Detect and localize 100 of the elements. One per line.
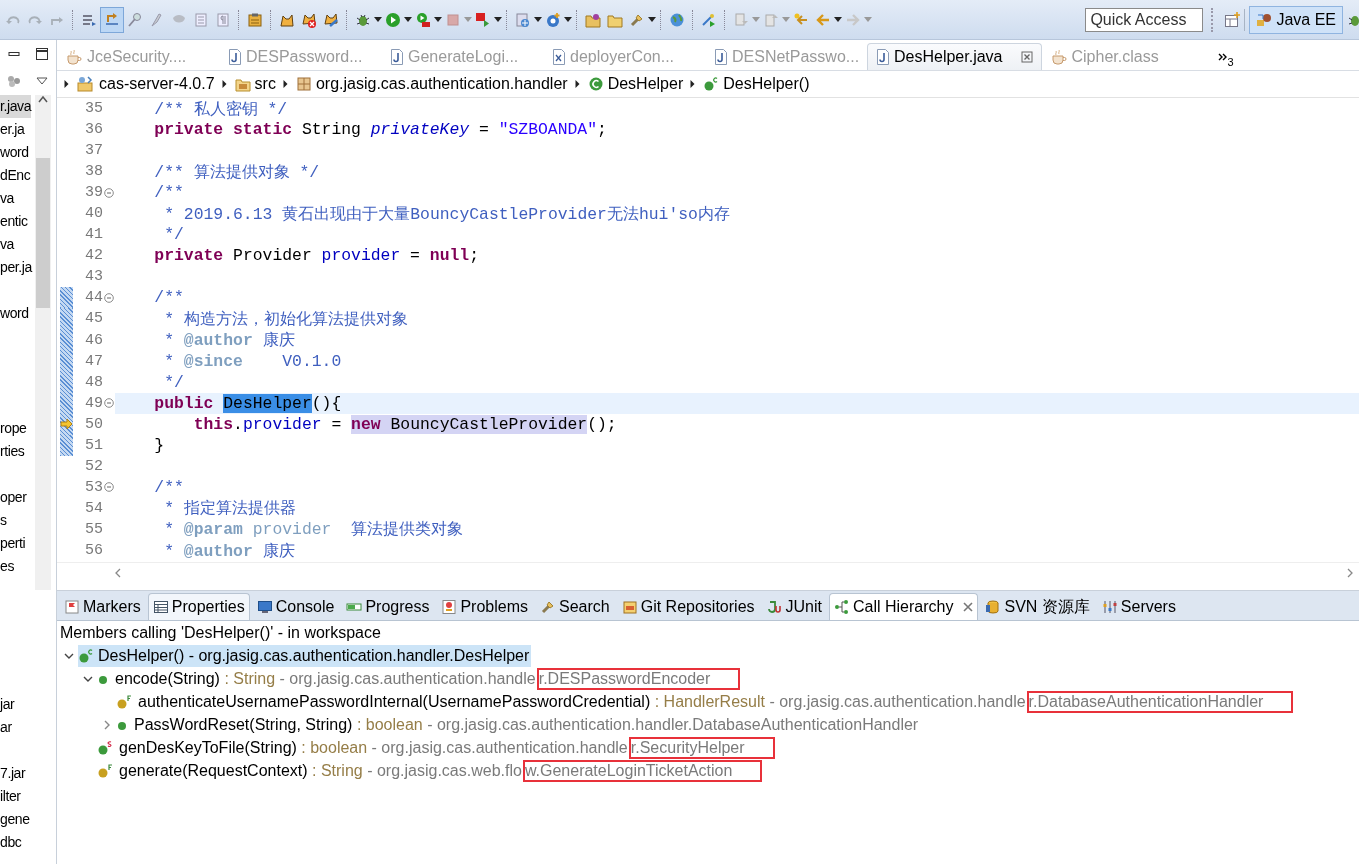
breadcrumb-item[interactable]: DesHelper() — [703, 75, 810, 93]
tree-item[interactable]: authenticateUsernamePasswordInternal(UsernamePasswordCredential) : HandlerResult - org.jasig.cas.authentication.handle r.DatabaseAuthenticationHandler — [138, 692, 1294, 711]
tree-item[interactable]: ar — [0, 716, 12, 739]
tree-item[interactable]: va — [0, 233, 14, 256]
panel-tab[interactable]: Progress — [341, 593, 435, 620]
line-number: 48 — [84, 373, 103, 391]
run-wizard-icon[interactable] — [701, 11, 717, 28]
breadcrumb-item[interactable]: cas-server-4.0.7 — [77, 75, 215, 93]
fold-toggle-icon[interactable] — [104, 482, 114, 493]
run-config-icon[interactable] — [475, 11, 491, 28]
line-number: 53 — [84, 478, 103, 496]
overflow-chevron-icon[interactable] — [1217, 52, 1228, 61]
selected-text: DesHelper — [223, 393, 312, 413]
tree-item[interactable]: encode(String) : String - org.jasig.cas.authentication.handle r.DESPasswordEncoder — [115, 669, 741, 688]
cat-stop-icon[interactable] — [301, 11, 317, 28]
tree-item[interactable]: genDesKeyToFile(String) : boolean - org.jasig.cas.authentication.handle r.SecurityHelper — [119, 738, 775, 757]
tree-item[interactable]: r.java — [0, 95, 32, 118]
tree-item[interactable]: es — [0, 555, 14, 578]
line-number: 55 — [84, 520, 103, 538]
breadcrumb-item[interactable]: src — [234, 75, 276, 93]
maximize-icon[interactable] — [36, 47, 48, 60]
view-menu-icon[interactable] — [36, 77, 48, 86]
dropdown-arrow-icon[interactable] — [564, 17, 572, 22]
folder-icon[interactable] — [585, 11, 601, 28]
tree-item[interactable]: word — [0, 302, 29, 325]
coffee-cup-icon — [66, 49, 82, 65]
tree-item[interactable]: ilter — [0, 785, 21, 808]
tree-item[interactable]: perti — [0, 532, 26, 555]
tree-item[interactable]: PassWordReset(String, String) : boolean - org.jasig.cas.authentication.handler.DatabaseAuthenticationHandler — [134, 715, 919, 734]
line-number: 39 — [84, 184, 103, 202]
breadcrumb-item[interactable]: DesHelper — [587, 75, 684, 93]
toolbar-icon[interactable] — [7, 75, 21, 88]
close-icon[interactable] — [1020, 51, 1033, 63]
editor-tab[interactable]: DesHelper.java — [867, 43, 1042, 70]
tree-item[interactable]: rope — [0, 417, 27, 440]
dropdown-arrow-icon[interactable] — [404, 17, 412, 22]
tree-item[interactable]: entic — [0, 210, 28, 233]
tree-item[interactable]: rties — [0, 440, 25, 463]
panel-tab[interactable]: Problems — [436, 593, 533, 620]
code-line: * 构造方法，初始化算法提供对象 — [163, 309, 408, 330]
gear-icon[interactable] — [545, 11, 561, 28]
tree-item[interactable]: oper — [0, 486, 27, 509]
line-number: 43 — [84, 268, 103, 286]
panel-tab[interactable]: SVN 资源库 — [980, 593, 1095, 620]
panel-tab[interactable]: Markers — [59, 593, 146, 620]
tree-item[interactable]: jar — [0, 693, 15, 716]
globe-icon[interactable] — [669, 11, 685, 28]
panel-tab[interactable]: Call Hierarchy — [829, 593, 979, 620]
tree-item[interactable]: DesHelper() - org.jasig.cas.authentication.handler.DesHelper — [78, 644, 532, 667]
tree-item[interactable]: word — [0, 141, 29, 164]
clipboard-icon[interactable] — [247, 11, 263, 28]
line-number: 41 — [84, 226, 103, 244]
tree-item[interactable]: va — [0, 187, 14, 210]
source-folder-icon — [234, 76, 251, 92]
scroll-up-icon[interactable] — [38, 95, 48, 103]
panel-tab[interactable]: Search — [535, 593, 615, 620]
tree-item[interactable]: generate(RequestContext) : String - org.jasig.cas.web.flo w.GenerateLoginTicketAction — [119, 761, 763, 780]
panel-tab[interactable]: Properties — [147, 593, 250, 620]
tree-item[interactable]: dbc — [0, 831, 22, 854]
tree-item[interactable]: per.ja — [0, 256, 32, 279]
line-number: 49 — [84, 394, 103, 412]
dropdown-arrow-icon[interactable] — [534, 17, 542, 22]
paragraph-icon[interactable] — [215, 11, 231, 28]
open-perspective-icon[interactable] — [1224, 11, 1241, 28]
dropdown-arrow-icon[interactable] — [434, 17, 442, 22]
tree-item[interactable]: gene — [0, 808, 30, 831]
hidden-tab-count[interactable]: 3 — [1227, 55, 1234, 68]
code-line: * @author 康庆 — [163, 330, 295, 352]
class-icon — [587, 76, 604, 92]
run-external-icon[interactable] — [415, 11, 431, 28]
problems-icon — [441, 599, 458, 615]
scroll-left-icon[interactable] — [115, 567, 121, 578]
close-icon[interactable] — [963, 602, 974, 612]
dropdown-arrow-icon[interactable] — [648, 17, 656, 22]
dropdown-arrow-icon[interactable] — [834, 17, 842, 22]
dropdown-arrow-icon[interactable] — [494, 17, 502, 22]
dropdown-arrow-icon[interactable] — [374, 17, 382, 22]
fold-toggle-icon[interactable] — [104, 398, 114, 409]
tree-item[interactable]: dEnc — [0, 164, 31, 187]
fold-toggle-icon[interactable] — [104, 187, 114, 198]
line-number: 50 — [84, 415, 103, 433]
code-line: * 2019.6.13 黄石出现由于大量BouncyCastleProvider无法hui'so内存 — [163, 203, 730, 225]
fold-toggle-icon[interactable] — [104, 292, 114, 303]
cat-edit-icon[interactable] — [323, 11, 339, 28]
scroll-right-icon[interactable] — [1347, 567, 1353, 578]
svn-icon — [985, 599, 1002, 615]
panel-tab[interactable]: JUnit — [761, 593, 827, 620]
tree-item[interactable]: er.ja — [0, 118, 25, 141]
tree-item[interactable]: s — [0, 509, 7, 532]
toggle-button[interactable] — [100, 6, 124, 33]
breadcrumb-item[interactable]: org.jasig.cas.authentication.handler — [295, 75, 568, 93]
panel-tab[interactable]: Servers — [1096, 593, 1181, 620]
tree-item[interactable]: 7.jar — [0, 762, 26, 785]
perspective-button[interactable]: Java EE — [1249, 5, 1343, 34]
panel-tab[interactable]: Console — [251, 593, 340, 620]
panel-tab[interactable]: Git Repositories — [616, 593, 760, 620]
quick-access-field[interactable]: Quick Access — [1085, 7, 1204, 32]
scrollbar[interactable] — [35, 95, 51, 590]
code-line: * @param provider 算法提供类对象 — [163, 519, 464, 541]
highlight-icon — [104, 11, 120, 28]
